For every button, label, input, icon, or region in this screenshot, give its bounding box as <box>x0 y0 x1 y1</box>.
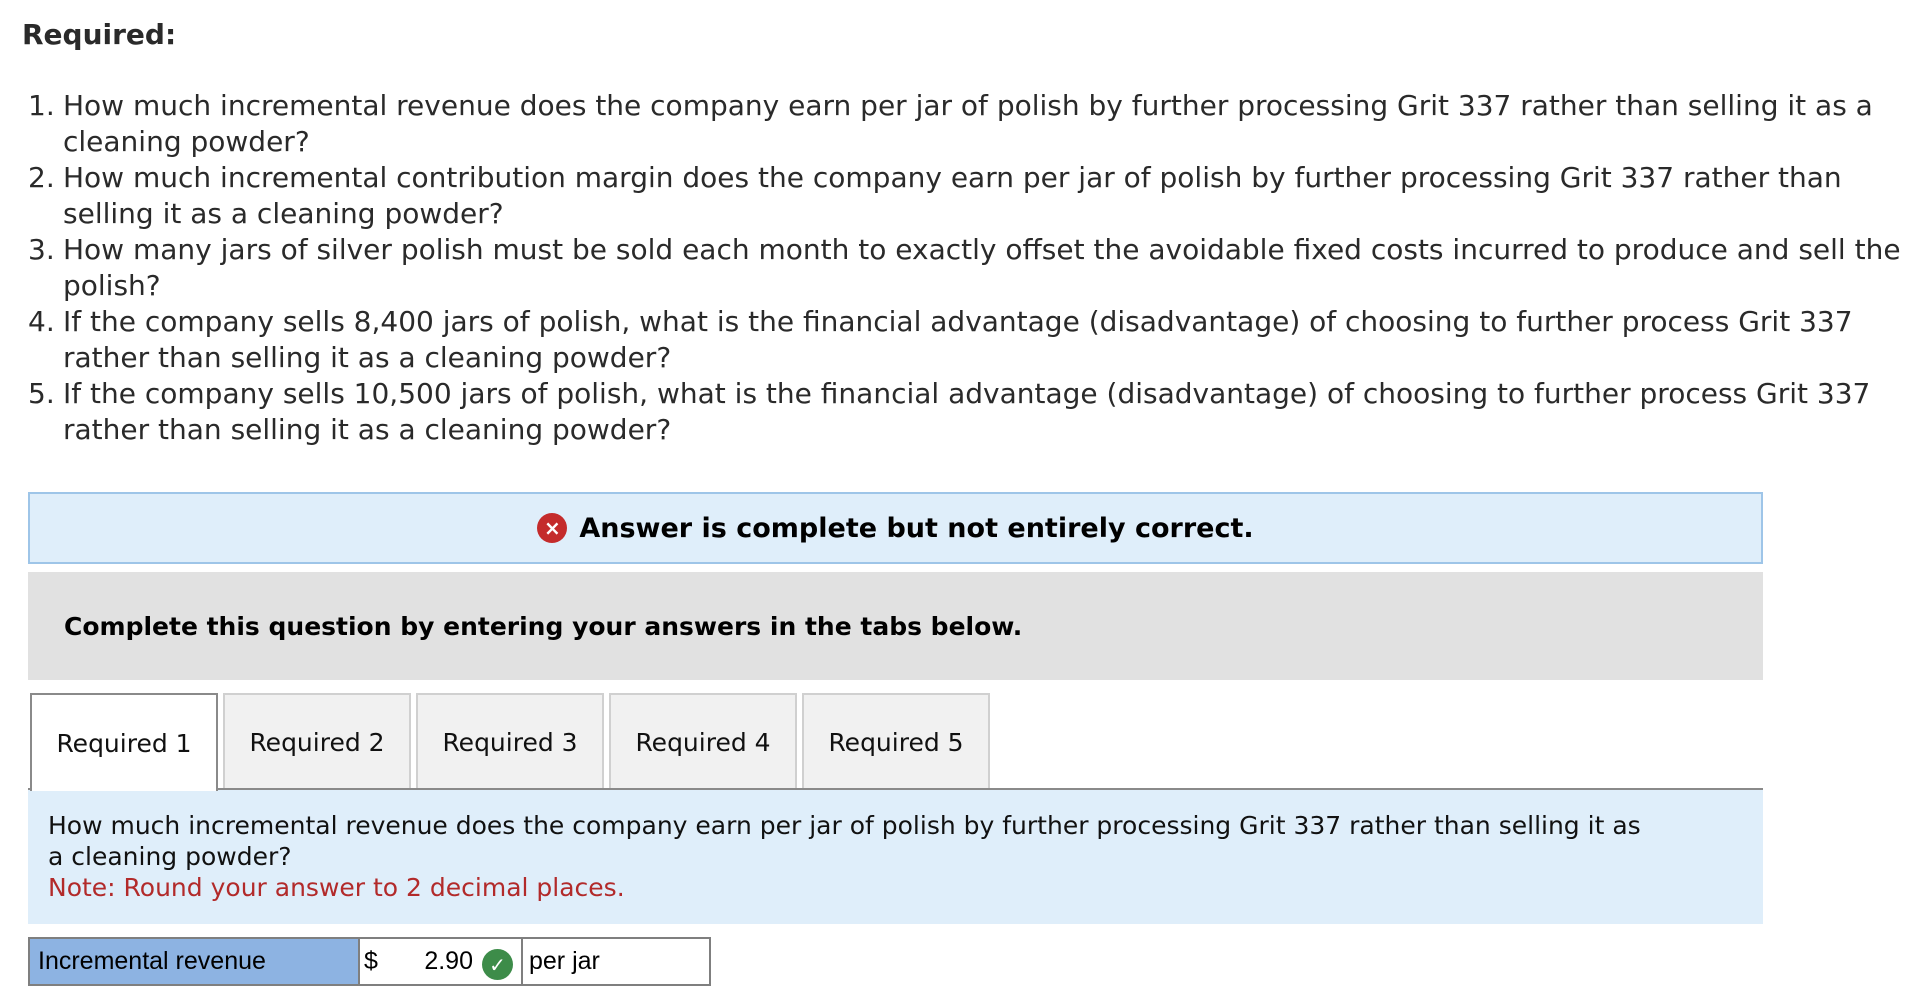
answer-status-banner: × Answer is complete but not entirely co… <box>28 492 1763 564</box>
answer-status-text: Answer is complete but not entirely corr… <box>579 512 1254 544</box>
page-heading: Required: <box>22 18 177 51</box>
requirement-item: 2. How much incremental contribution marg… <box>28 161 1842 230</box>
requirement-item: 3. How many jars of silver polish must be… <box>28 233 1901 302</box>
tab-required-1[interactable]: Required 1 <box>30 693 218 791</box>
requirement-item: 4. If the company sells 8,400 jars of pol… <box>28 305 1853 374</box>
answer-value: 2.90 <box>424 947 473 975</box>
question-panel: How much incremental revenue does the co… <box>28 790 1763 924</box>
currency-symbol: $ <box>364 947 378 975</box>
tab-required-2[interactable]: Required 2 <box>223 693 411 789</box>
answer-unit: per jar <box>521 937 711 986</box>
answer-label: Incremental revenue <box>28 937 358 986</box>
check-circle-icon: ✓ <box>482 949 513 980</box>
tab-required-3[interactable]: Required 3 <box>416 693 604 789</box>
answer-row: Incremental revenue $ 2.90 ✓ per jar <box>28 937 711 986</box>
requirements-list: 1. How much incremental revenue does the … <box>28 88 1908 448</box>
requirement-item: 1. How much incremental revenue does the … <box>28 89 1873 158</box>
tab-bar: Required 1 Required 2 Required 3 Require… <box>30 693 995 791</box>
question-text: How much incremental revenue does the co… <box>48 811 1641 871</box>
rounding-note: Note: Round your answer to 2 decimal pla… <box>48 873 625 902</box>
answer-input[interactable]: $ 2.90 ✓ <box>358 937 521 986</box>
tab-required-4[interactable]: Required 4 <box>609 693 797 789</box>
instructions-text: Complete this question by entering your … <box>28 572 1763 680</box>
requirement-item: 5. If the company sells 10,500 jars of po… <box>28 377 1871 446</box>
x-circle-icon: × <box>537 513 568 543</box>
tab-required-5[interactable]: Required 5 <box>802 693 990 789</box>
